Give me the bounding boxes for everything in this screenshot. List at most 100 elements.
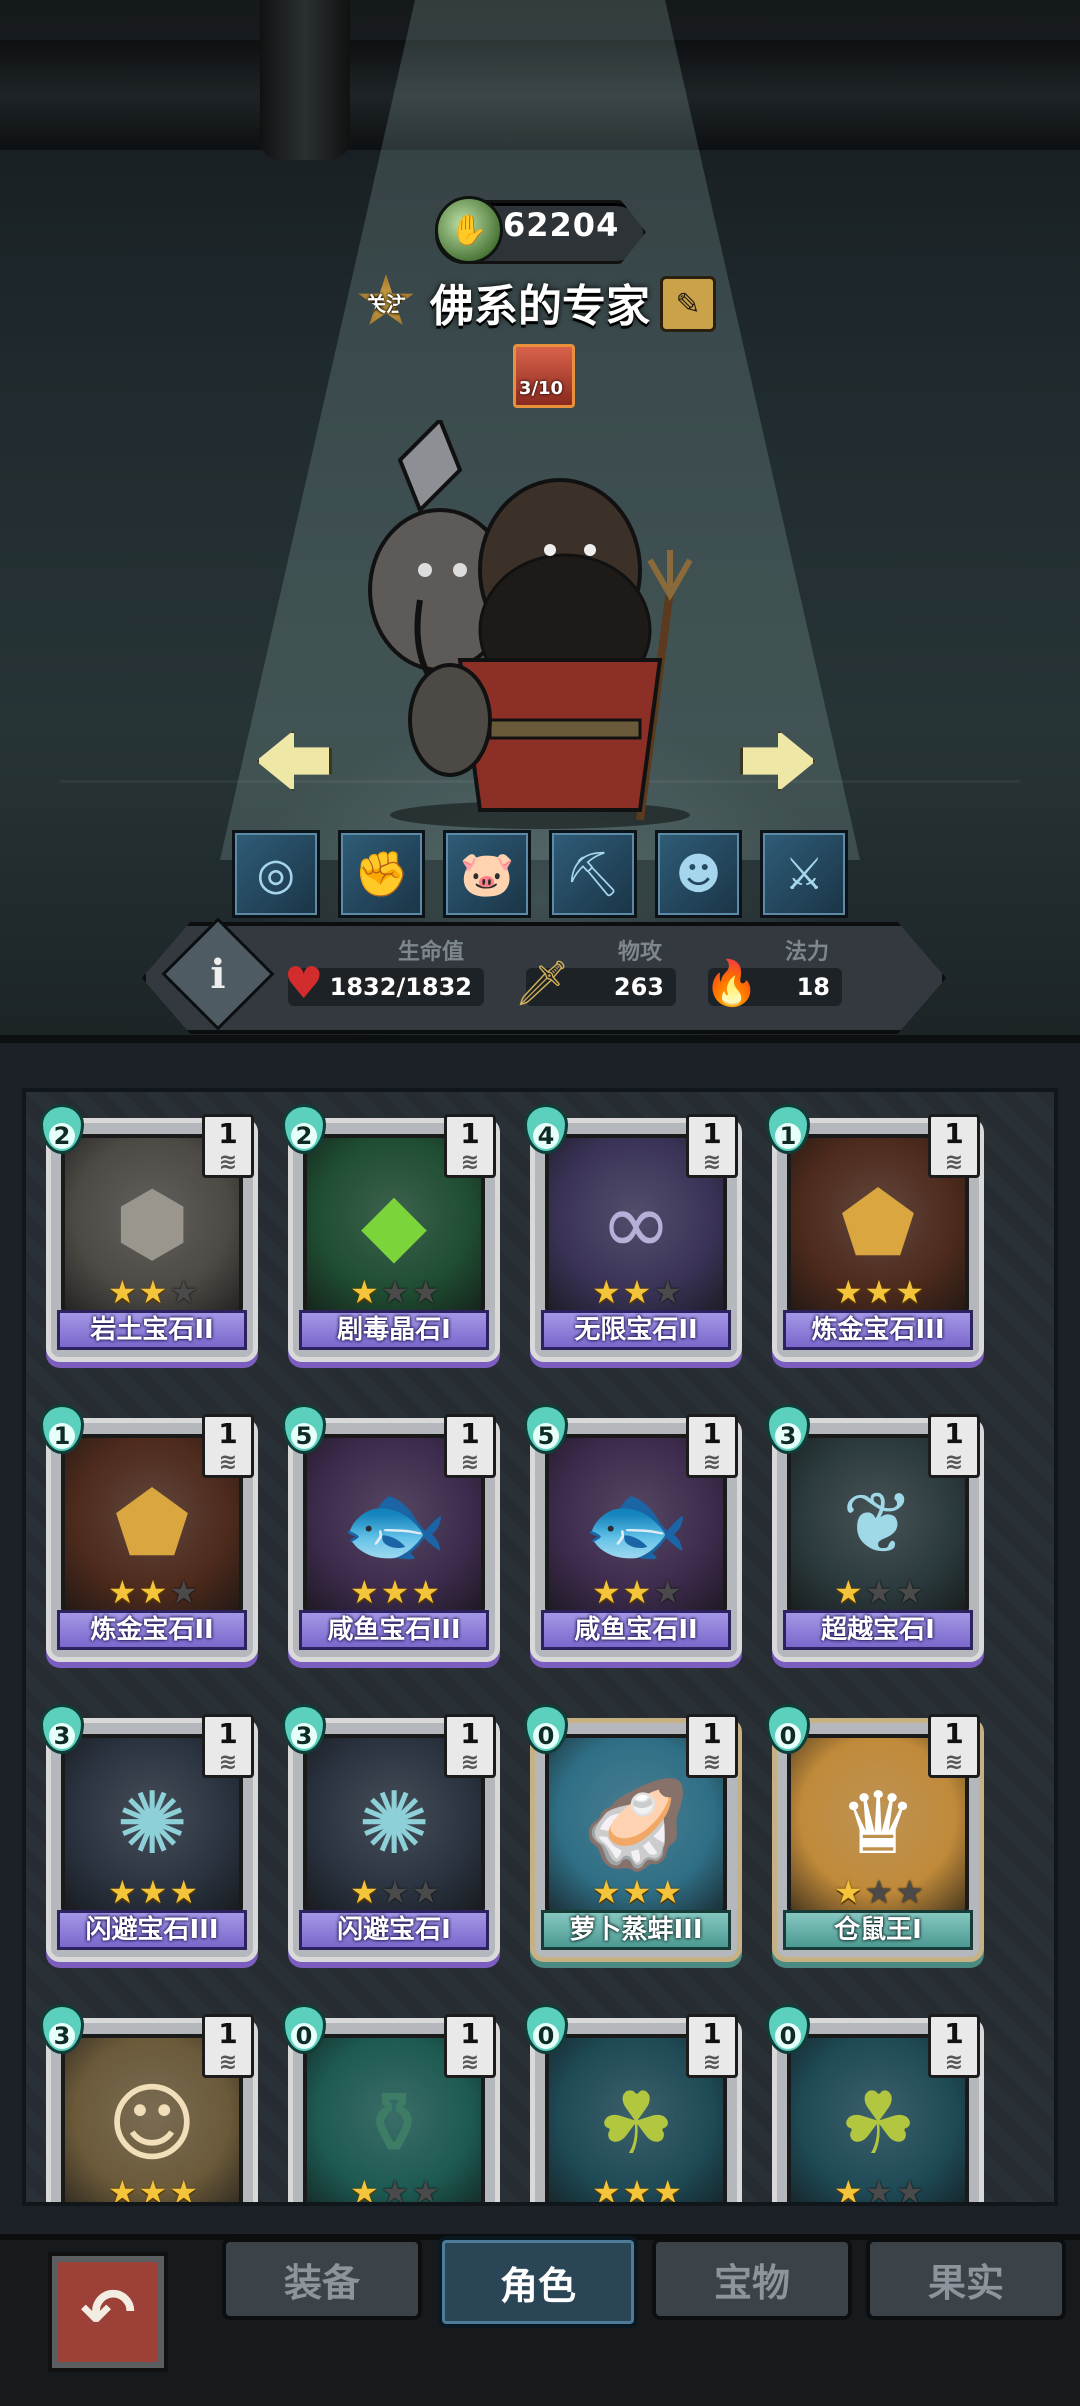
star-rating: ★ ★ ★ [340, 1274, 450, 1310]
mana-cost-value: 0 [775, 2023, 801, 2049]
star-filled-icon: ★ [349, 1273, 379, 1311]
mana-cost-value: 4 [533, 1123, 559, 1149]
star-rating: ★ ★ ★ [340, 1574, 450, 1610]
item-card[interactable]: ♛ ★ ★ ★ 仓鼠王I 0 1 [766, 1704, 984, 1962]
tab-equipment[interactable]: 装备 [222, 2238, 422, 2320]
card-inventory-grid[interactable]: ⬢★★★岩土宝石II21◆★★★剧毒晶石I21∞★★★无限宝石II41⬟★★★炼… [22, 1088, 1058, 2206]
star-empty-icon: ★ [895, 1573, 925, 1611]
star-filled-icon: ★ [895, 1273, 925, 1311]
character-portrait [368, 420, 693, 829]
star-filled-icon: ★ [622, 1273, 652, 1311]
item-card[interactable]: ❦ ★ ★ ★ 超越宝石I 3 1 [766, 1404, 984, 1662]
star-empty-icon: ★ [864, 1573, 894, 1611]
card-level-badge: 1 [444, 2014, 496, 2078]
card-name: 岩土宝石II [57, 1310, 247, 1350]
star-filled-icon: ★ [138, 1873, 168, 1911]
card-level-badge: 1 [928, 1114, 980, 1178]
star-rating: ★ ★ ★ [824, 2173, 934, 2206]
star-filled-icon: ★ [107, 2173, 137, 2206]
star-filled-icon: ★ [349, 1573, 379, 1611]
mana-cost-value: 1 [775, 1123, 801, 1149]
pumpkin-skill-icon[interactable]: ☻ [654, 830, 743, 918]
back-arrow-icon: ↶ [80, 2273, 136, 2351]
item-card[interactable]: 🐟 ★ ★ ★ 咸鱼宝石III 5 1 [282, 1404, 500, 1662]
tab-fruit[interactable]: 果实 [866, 2238, 1066, 2320]
star-filled-icon: ★ [380, 1573, 410, 1611]
card-level-badge: 1 [686, 1114, 738, 1178]
item-card[interactable]: ☘ ★ ★ ★ 0 1 [524, 2004, 742, 2206]
score-value: 62204 [503, 206, 620, 244]
card-level-badge: 1 [928, 1714, 980, 1778]
flame-icon: 🔥 [704, 958, 759, 1009]
star-filled-icon: ★ [833, 1873, 863, 1911]
mana-cost-value: 0 [291, 2023, 317, 2049]
item-card[interactable]: ⬢ ★ ★ ★ 岩土宝石II 2 1 [40, 1104, 258, 1362]
back-button[interactable]: ↶ [52, 2256, 164, 2368]
item-card[interactable]: ⬟ ★ ★ ★ 炼金宝石II 1 1 [40, 1404, 258, 1662]
star-rating: ★ ★ ★ [582, 1274, 692, 1310]
star-empty-icon: ★ [411, 1873, 441, 1911]
card-level-badge: 1 [444, 1114, 496, 1178]
item-card[interactable]: ⬟ ★ ★ ★ 炼金宝石III 1 1 [766, 1104, 984, 1362]
star-empty-icon: ★ [380, 1273, 410, 1311]
pickaxe-skill-icon[interactable]: ⛏ [549, 830, 637, 918]
hand-currency-icon: ✋ [435, 196, 503, 264]
card-level-badge: 1 [928, 2014, 980, 2078]
item-card[interactable]: 🐟 ★ ★ ★ 咸鱼宝石II 5 1 [524, 1404, 742, 1662]
mana-cost-value: 5 [291, 1423, 317, 1449]
star-rating: ★ ★ ★ [98, 1274, 208, 1310]
sword-icon: 🗡 [514, 958, 570, 1009]
star-filled-icon: ★ [349, 2173, 379, 2206]
item-card[interactable]: ✺ ★ ★ ★ 闪避宝石III 3 1 [40, 1704, 258, 1962]
panel-divider [0, 1035, 1080, 1043]
ceiling-pipe-joint [260, 0, 350, 160]
star-filled-icon: ★ [591, 2173, 621, 2206]
star-filled-icon: ★ [169, 1873, 199, 1911]
star-filled-icon: ★ [411, 1573, 441, 1611]
mana-cost-value: 5 [533, 1423, 559, 1449]
item-card[interactable]: ⚱ ★ ★ ★ 0 1 [282, 2004, 500, 2206]
item-card[interactable]: ☺ ★ ★ ★ 3 1 [40, 2004, 258, 2206]
tab-treasure[interactable]: 宝物 [652, 2238, 852, 2320]
star-empty-icon: ★ [864, 2173, 894, 2206]
skill-row: ◎ ✊ 🐷 ⛏ ☻ ⚔ [232, 830, 849, 918]
badge-progress: 3/10 [518, 378, 564, 399]
star-rating: ★ ★ ★ [582, 2173, 692, 2206]
crossed-swords-skill-icon[interactable]: ⚔ [760, 830, 849, 918]
star-empty-icon: ★ [653, 1573, 683, 1611]
star-filled-icon: ★ [138, 1573, 168, 1611]
card-name: 咸鱼宝石II [541, 1610, 731, 1650]
card-level-badge: 1 [686, 1414, 738, 1478]
star-empty-icon: ★ [169, 1273, 199, 1311]
card-level-badge: 1 [202, 1114, 254, 1178]
star-filled-icon: ★ [107, 1273, 137, 1311]
item-card[interactable]: ◆ ★ ★ ★ 剧毒晶石I 2 1 [282, 1104, 500, 1362]
card-level-badge: 1 [202, 1714, 254, 1778]
star-filled-icon: ★ [622, 1873, 652, 1911]
item-card[interactable]: ✺ ★ ★ ★ 闪避宝石I 3 1 [282, 1704, 500, 1962]
pig-skill-icon[interactable]: 🐷 [443, 830, 532, 918]
card-name: 闪避宝石III [57, 1910, 247, 1950]
mana-cost-value: 3 [775, 1423, 801, 1449]
mana-cost-value: 2 [49, 1123, 75, 1149]
star-empty-icon: ★ [864, 1873, 894, 1911]
vortex-skill-icon[interactable]: ◎ [232, 830, 320, 918]
edit-name-button[interactable]: ✎ [660, 276, 716, 332]
card-level-badge: 1 [444, 1414, 496, 1478]
item-card[interactable]: ∞ ★ ★ ★ 无限宝石II 4 1 [524, 1104, 742, 1362]
mana-cost-value: 1 [49, 1423, 75, 1449]
star-empty-icon: ★ [653, 1273, 683, 1311]
mana-cost-value: 3 [291, 1723, 317, 1749]
tab-character[interactable]: 角色 [438, 2236, 638, 2328]
item-card[interactable]: ☘ ★ ★ ★ 0 1 [766, 2004, 984, 2206]
card-name: 仓鼠王I [783, 1910, 973, 1950]
card-name: 闪避宝石I [299, 1910, 489, 1950]
hero-name: 佛系的专家 [430, 281, 650, 332]
star-rating: ★ ★ ★ [824, 1874, 934, 1910]
item-card[interactable]: 🦪 ★ ★ ★ 萝卜蒸蚌III 0 1 [524, 1704, 742, 1962]
star-filled-icon: ★ [622, 1573, 652, 1611]
card-level-badge: 1 [686, 2014, 738, 2078]
mana-cost-value: 3 [49, 1723, 75, 1749]
fist-skill-icon[interactable]: ✊ [337, 830, 426, 918]
mana-cost-value: 3 [49, 2023, 75, 2049]
